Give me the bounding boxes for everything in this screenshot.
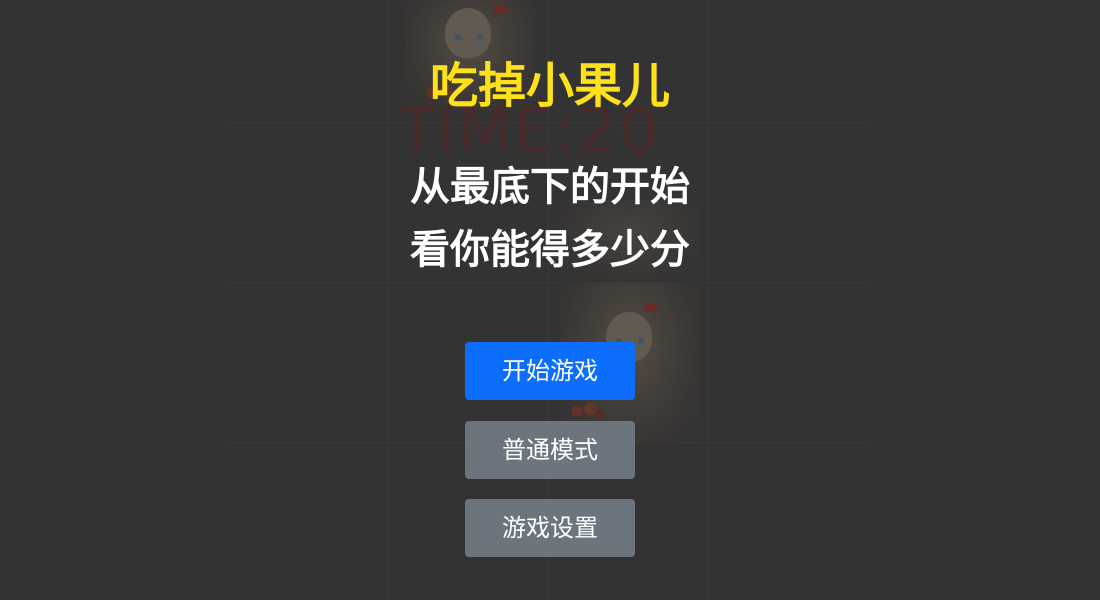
flowers [564,400,608,422]
character-eye [477,34,483,41]
character-eye [638,338,644,345]
instruction-line-2: 看你能得多少分 [410,227,690,273]
instruction-line-1: 从最底下的开始 [410,164,690,210]
hair-bow [644,304,658,312]
start-game-button[interactable]: 开始游戏 [465,342,635,400]
character-face [445,8,491,58]
game-settings-button[interactable]: 游戏设置 [465,499,635,557]
game-title: 吃掉小果儿 [429,58,670,114]
character-eye [455,34,461,41]
game-stage: TIME:20 吃掉小果儿 从最底下的开始 看你能得多少分 开始游戏 普通模式 … [0,0,1100,600]
grid-line [230,282,870,283]
normal-mode-button[interactable]: 普通模式 [465,421,635,479]
hair-bow [493,6,507,14]
